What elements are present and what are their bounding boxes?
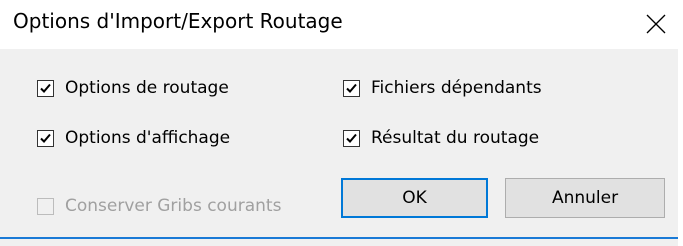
checkbox-box[interactable] bbox=[37, 129, 54, 147]
checkbox-box[interactable] bbox=[37, 79, 54, 97]
checkbox-box[interactable] bbox=[343, 79, 360, 97]
dialog-title: Options d'Import/Export Routage bbox=[13, 9, 343, 33]
window-bottom-border bbox=[0, 237, 678, 239]
routing-options-checkbox[interactable]: Options de routage bbox=[37, 77, 229, 99]
title-bar[interactable]: Options d'Import/Export Routage bbox=[0, 0, 678, 49]
display-options-label: Options d'affichage bbox=[65, 128, 231, 148]
checkbox-box[interactable] bbox=[343, 129, 360, 147]
checkmark-icon bbox=[40, 133, 51, 143]
close-icon bbox=[646, 14, 666, 34]
keep-gribs-label: Conserver Gribs courants bbox=[65, 196, 282, 216]
checkmark-icon bbox=[346, 83, 357, 93]
dialog-window: Options d'Import/Export Routage Options … bbox=[0, 0, 683, 246]
checkbox-box bbox=[37, 197, 54, 215]
checkmark-icon bbox=[346, 133, 357, 143]
dependent-files-checkbox[interactable]: Fichiers dépendants bbox=[343, 77, 542, 99]
keep-gribs-checkbox: Conserver Gribs courants bbox=[37, 195, 281, 217]
ok-button[interactable]: OK bbox=[341, 178, 488, 218]
display-options-checkbox[interactable]: Options d'affichage bbox=[37, 127, 230, 149]
close-button[interactable] bbox=[636, 4, 676, 44]
dependent-files-label: Fichiers dépendants bbox=[371, 78, 542, 98]
routing-options-label: Options de routage bbox=[65, 78, 229, 98]
routing-result-checkbox[interactable]: Résultat du routage bbox=[343, 127, 539, 149]
cancel-button[interactable]: Annuler bbox=[505, 178, 665, 218]
checkmark-icon bbox=[40, 83, 51, 93]
routing-result-label: Résultat du routage bbox=[371, 128, 540, 148]
